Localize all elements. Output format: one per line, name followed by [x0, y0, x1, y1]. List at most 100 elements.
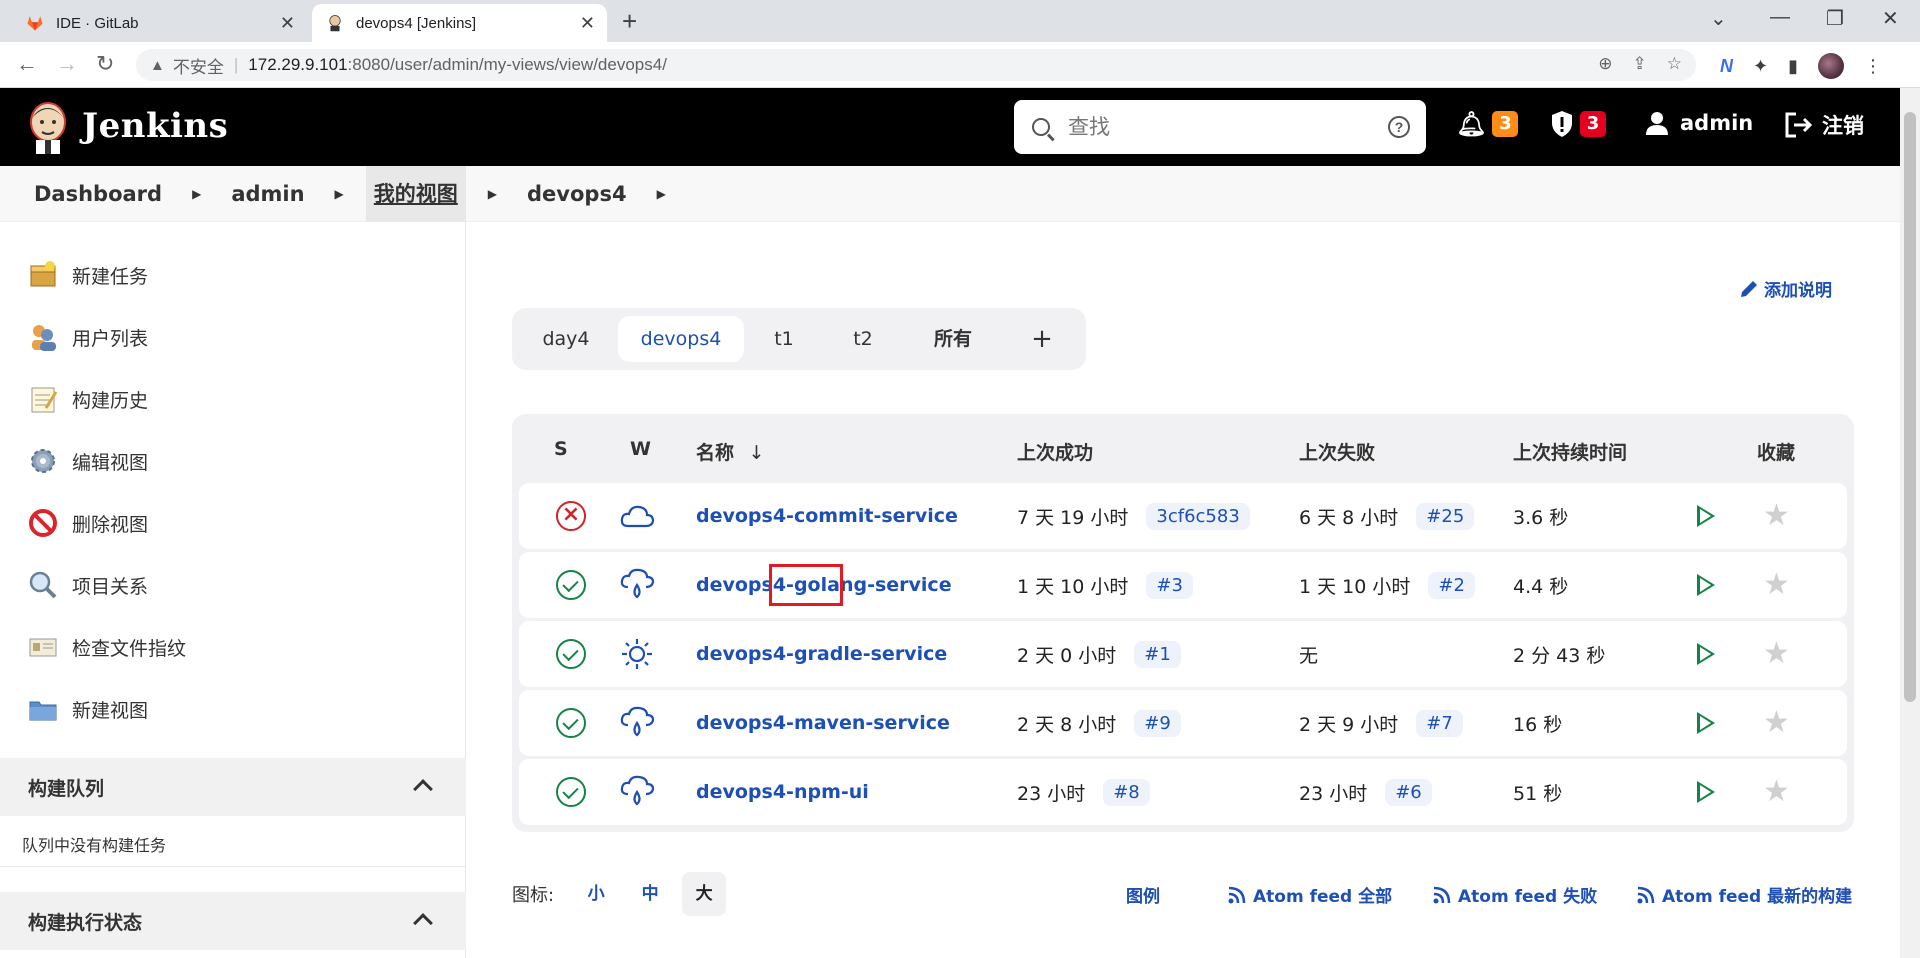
chevron-up-icon[interactable] — [413, 913, 433, 933]
job-link[interactable]: devops4-maven-service — [696, 690, 950, 756]
sidebar-item-users[interactable]: 用户列表 — [28, 322, 148, 352]
scrollbar-thumb[interactable] — [1904, 112, 1916, 702]
address-bar[interactable]: ▲ 不安全 | 172.29.9.101:8080/user/admin/my-… — [136, 49, 1696, 81]
sidebar-item-label: 用户列表 — [72, 327, 149, 350]
breadcrumb-chevron-icon[interactable]: ▶ — [488, 187, 497, 201]
kebab-menu-icon[interactable]: ⋮ — [1864, 56, 1882, 77]
job-link[interactable]: devops4-commit-service — [696, 483, 958, 549]
user-menu[interactable]: admin — [1644, 110, 1753, 136]
favorite-star-icon[interactable]: ★ — [1763, 621, 1790, 687]
success-build-link[interactable]: #8 — [1103, 778, 1150, 806]
schedule-build-button[interactable] — [1697, 759, 1715, 825]
failure-build-link[interactable]: #25 — [1416, 502, 1475, 530]
success-build-link[interactable]: #3 — [1146, 571, 1193, 599]
schedule-build-button[interactable] — [1697, 690, 1715, 756]
gitlab-favicon-icon — [27, 16, 43, 31]
tab-devops4[interactable]: devops4 — [618, 316, 744, 362]
favorite-star-icon[interactable]: ★ — [1763, 483, 1790, 549]
restore-window-icon[interactable]: ❐ — [1826, 6, 1844, 31]
breadcrumb-my-views[interactable]: 我的视图 — [365, 165, 466, 222]
new-tab-button[interactable]: + — [622, 6, 637, 37]
column-name[interactable]: 名称 ↓ — [696, 438, 765, 465]
sidebar-item-edit-view[interactable]: 编辑视图 — [28, 446, 148, 476]
tab-t1[interactable]: t1 — [752, 316, 816, 362]
browser-tab-jenkins[interactable]: devops4 [Jenkins] ✕ — [312, 4, 607, 42]
job-link[interactable]: devops4-gradle-service — [696, 621, 947, 687]
success-build-link[interactable]: #1 — [1134, 640, 1181, 668]
breadcrumb-admin[interactable]: admin — [223, 166, 312, 222]
sidebar-item-fingerprint[interactable]: 检查文件指纹 — [28, 632, 186, 662]
success-build-link[interactable]: #9 — [1134, 709, 1181, 737]
notifications-button[interactable]: 🔔︎ 3 — [1456, 110, 1519, 138]
success-build-link[interactable]: 3cf6c583 — [1146, 502, 1250, 530]
breadcrumb-dashboard[interactable]: Dashboard — [26, 166, 170, 222]
schedule-build-button[interactable] — [1697, 621, 1715, 687]
jenkins-title[interactable]: Jenkins — [82, 106, 228, 146]
share-icon[interactable]: ⇪ — [1633, 54, 1647, 74]
atom-feed-all-link[interactable]: Atom feed 全部 — [1227, 882, 1392, 907]
close-window-icon[interactable]: ✕ — [1882, 6, 1899, 31]
search-box[interactable]: ? — [1014, 100, 1426, 154]
column-last-success[interactable]: 上次成功 — [1017, 438, 1093, 465]
status-success-icon — [556, 552, 586, 618]
legend-link[interactable]: 图例 — [1126, 882, 1160, 907]
breadcrumb-devops4[interactable]: devops4 — [519, 166, 635, 222]
column-last-failure[interactable]: 上次失败 — [1299, 438, 1375, 465]
zoom-icon[interactable]: ⊕ — [1598, 54, 1612, 74]
build-queue-header[interactable]: 构建队列 — [0, 758, 466, 816]
atom-feed-failed-link[interactable]: Atom feed 失败 — [1432, 882, 1597, 907]
atom-feed-latest-link[interactable]: Atom feed 最新的构建 — [1636, 882, 1852, 907]
job-link[interactable]: devops4-npm-ui — [696, 759, 869, 825]
search-input[interactable] — [1068, 115, 1388, 139]
close-tab-icon[interactable]: ✕ — [280, 13, 295, 34]
icon-size-small[interactable]: 小 — [574, 872, 618, 916]
sidebar-item-delete-view[interactable]: 删除视图 — [28, 508, 148, 538]
side-panel-icon[interactable]: ▮ — [1788, 56, 1798, 77]
forward-arrow-icon[interactable]: → — [56, 51, 78, 77]
icon-size-large[interactable]: 大 — [682, 872, 727, 916]
jenkins-favicon-icon — [329, 15, 341, 32]
icon-size-medium[interactable]: 中 — [628, 872, 672, 916]
reload-icon[interactable]: ↻ — [96, 51, 114, 77]
profile-avatar[interactable] — [1818, 53, 1844, 79]
extension-n-icon[interactable]: N — [1720, 56, 1733, 77]
failure-build-link[interactable]: #6 — [1385, 778, 1432, 806]
back-arrow-icon[interactable]: ← — [16, 51, 38, 77]
browser-tab-gitlab[interactable]: IDE · GitLab ✕ — [12, 4, 307, 42]
close-tab-icon[interactable]: ✕ — [580, 13, 595, 34]
breadcrumb-chevron-icon[interactable]: ▶ — [335, 187, 344, 201]
security-alerts-button[interactable]: 3 — [1550, 110, 1606, 138]
last-success-time: 23 小时 — [1017, 782, 1086, 805]
sidebar-item-project-relationship[interactable]: 项目关系 — [28, 570, 148, 600]
tab-all[interactable]: 所有 — [910, 316, 996, 362]
help-question-icon[interactable]: ? — [1388, 116, 1410, 138]
breadcrumb-chevron-icon[interactable]: ▶ — [192, 187, 201, 201]
column-last-duration[interactable]: 上次持续时间 — [1513, 438, 1627, 465]
last-failure-cell: 无 — [1299, 621, 1318, 687]
add-description-link[interactable]: 添加说明 — [1738, 276, 1832, 301]
executors-header[interactable]: 构建执行状态 — [0, 892, 466, 950]
tab-search-chevron-icon[interactable]: ⌄ — [1710, 6, 1727, 31]
favorite-star-icon[interactable]: ★ — [1763, 759, 1790, 825]
sidebar-item-build-history[interactable]: 构建历史 — [28, 384, 148, 414]
schedule-build-button[interactable] — [1697, 483, 1715, 549]
tab-day4[interactable]: day4 — [522, 316, 610, 362]
sidebar-item-new-view[interactable]: 新建视图 — [28, 694, 148, 724]
breadcrumb-chevron-icon[interactable]: ▶ — [657, 187, 666, 201]
logout-button[interactable]: 注销 — [1784, 110, 1864, 140]
tab-t2[interactable]: t2 — [828, 316, 898, 362]
failure-build-link[interactable]: #2 — [1428, 571, 1475, 599]
favorite-star-icon[interactable]: ★ — [1763, 552, 1790, 618]
failure-build-link[interactable]: #7 — [1416, 709, 1463, 737]
sidebar-item-new-job[interactable]: 新建任务 — [28, 260, 148, 290]
page-scrollbar[interactable] — [1900, 88, 1920, 958]
jenkins-butler-logo-icon[interactable] — [26, 100, 70, 154]
add-view-tab[interactable]: + — [1012, 316, 1072, 362]
minimize-window-icon[interactable]: — — [1770, 6, 1790, 29]
bookmark-star-icon[interactable]: ☆ — [1667, 54, 1682, 74]
chevron-up-icon[interactable] — [413, 779, 433, 799]
puzzle-extensions-icon[interactable]: ✦ — [1753, 56, 1768, 77]
schedule-build-button[interactable] — [1697, 552, 1715, 618]
duration: 2 分 43 秒 — [1513, 644, 1606, 667]
favorite-star-icon[interactable]: ★ — [1763, 690, 1790, 756]
